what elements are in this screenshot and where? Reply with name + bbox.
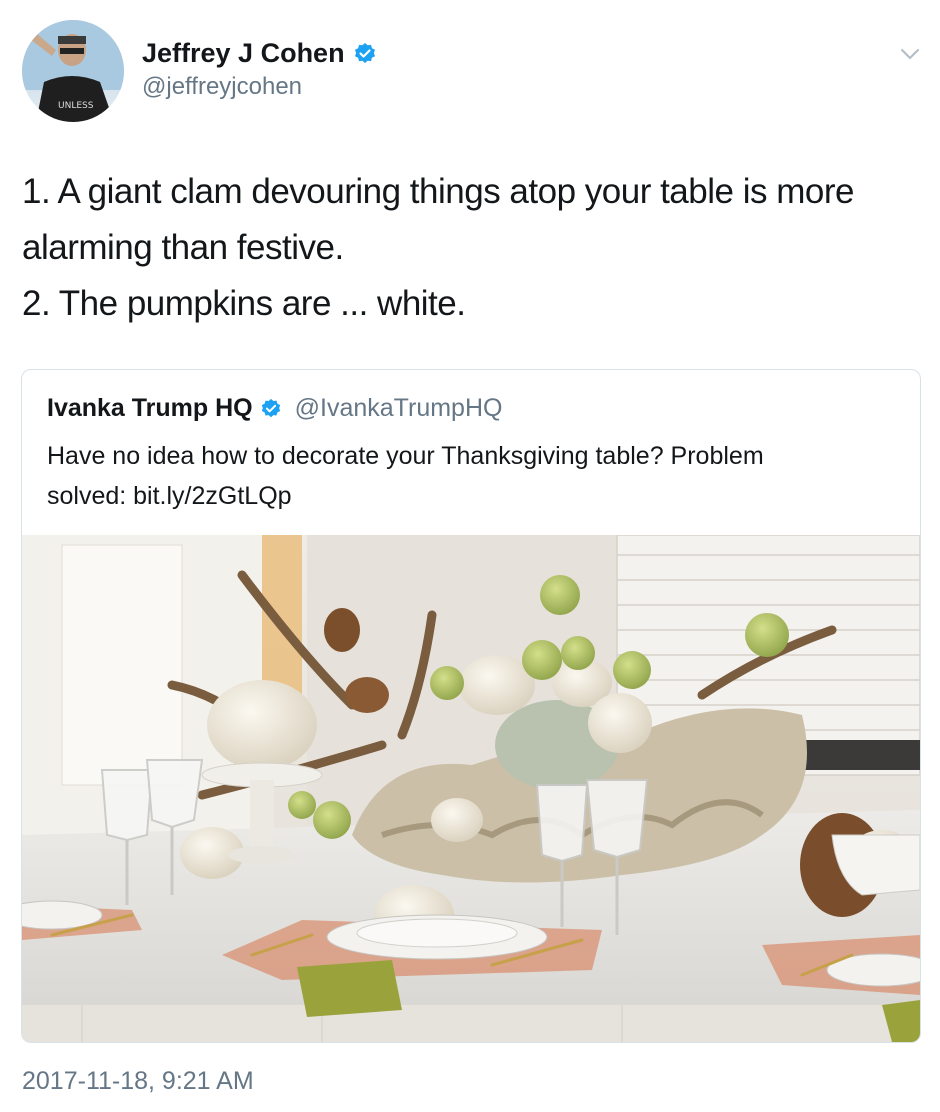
verified-badge-icon bbox=[261, 398, 280, 417]
quoted-tweet-text: Have no idea how to decorate your Thanks… bbox=[47, 436, 907, 516]
avatar[interactable]: UNLESS bbox=[22, 20, 124, 122]
quoted-text-line: Have no idea how to decorate your Thanks… bbox=[47, 442, 764, 470]
chevron-down-icon[interactable] bbox=[898, 44, 922, 64]
tweet-text: 1. A giant clam devouring things atop yo… bbox=[22, 164, 922, 332]
quoted-text-line[interactable]: solved: bit.ly/2zGtLQp bbox=[47, 476, 907, 516]
avatar-image: UNLESS bbox=[22, 20, 124, 122]
verified-badge-icon bbox=[354, 42, 375, 63]
tweet-timestamp[interactable]: 2017-11-18, 9:21 AM bbox=[22, 1067, 254, 1096]
author-handle[interactable]: @jeffreyjcohen bbox=[142, 73, 302, 101]
quoted-author-name[interactable]: Ivanka Trump HQ bbox=[47, 394, 253, 423]
author-name[interactable]: Jeffrey J Cohen bbox=[142, 38, 345, 69]
tweet-text-line: alarming than festive. bbox=[22, 228, 344, 267]
author-row: Jeffrey J Cohen bbox=[142, 38, 377, 69]
tweet-text-line: 1. A giant clam devouring things atop yo… bbox=[22, 172, 854, 211]
svg-text:UNLESS: UNLESS bbox=[58, 101, 94, 111]
quoted-author-handle[interactable]: @IvankaTrumpHQ bbox=[295, 394, 503, 423]
quoted-tweet-card[interactable]: Ivanka Trump HQ @IvankaTrumpHQ Have no i… bbox=[21, 369, 921, 1043]
tweet-text-line: 2. The pumpkins are ... white. bbox=[22, 284, 466, 323]
quoted-author-row: Ivanka Trump HQ @IvankaTrumpHQ bbox=[47, 394, 502, 423]
thanksgiving-table-photo[interactable] bbox=[22, 535, 920, 1042]
